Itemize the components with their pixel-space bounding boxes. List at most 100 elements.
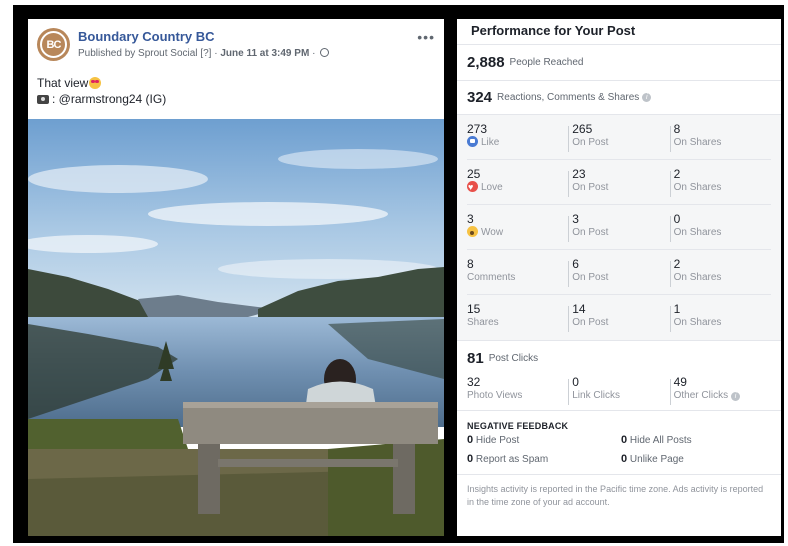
negative-feedback-title: NEGATIVE FEEDBACK xyxy=(467,421,569,431)
comments-on-post: 6 xyxy=(572,257,579,271)
engagement-info-icon[interactable]: i xyxy=(642,93,652,102)
reactions-grid: 273 Like 265 On Post 8 On Shares 25 Love… xyxy=(457,115,781,341)
clicks-breakdown: 32 Photo Views 0 Link Clicks 49 Other Cl… xyxy=(457,375,781,411)
wow-on-shares-cell: 0 On Shares xyxy=(669,212,771,249)
post-clicks-value: 81 xyxy=(467,349,484,367)
love-total-cell: 25 Love xyxy=(467,167,568,204)
unlike-page-value: 0 xyxy=(621,453,628,465)
love-icon xyxy=(467,180,478,194)
shares-total: 15 xyxy=(467,302,481,316)
post-performance-panel: Performance for Your Post 2,888 People R… xyxy=(457,19,781,536)
love-total: 25 xyxy=(467,167,481,181)
comments-on-shares: 2 xyxy=(673,257,681,271)
engagement-value: 324 xyxy=(467,89,493,106)
shares-on-shares-cell: 1 On Shares xyxy=(669,302,771,340)
meta-separator: · xyxy=(214,48,218,59)
post-caption: That view xyxy=(37,76,89,90)
love-on-post-cell: 23 On Post xyxy=(568,167,669,204)
hide-all-posts-label: Hide All Posts xyxy=(629,435,692,446)
like-icon xyxy=(467,136,478,147)
love-on-post-label: On Post xyxy=(572,182,609,193)
comments-on-shares-cell: 2 On Shares xyxy=(669,257,771,294)
shares-on-post-cell: 14 On Post xyxy=(568,302,669,340)
globe-icon xyxy=(320,48,330,57)
comments-total: 8 xyxy=(467,257,474,271)
reaction-row-wow: 3 Wow 3 On Post 0 On Shares xyxy=(467,205,771,250)
like-on-post-cell: 265 On Post xyxy=(568,122,669,159)
post-clicks-row: 81 Post Clicks xyxy=(457,341,781,375)
like-on-shares-cell: 8 On Shares xyxy=(669,122,771,159)
comments-total-cell: 8 Comments xyxy=(467,257,568,294)
avatar-logo: BC xyxy=(40,31,67,58)
comments-label: Comments xyxy=(467,272,516,283)
hide-all-posts-value: 0 xyxy=(621,434,628,446)
link-clicks-cell: 0 Link Clicks xyxy=(568,375,669,410)
photo-views-value: 32 xyxy=(467,375,481,389)
meta-separator-2: · xyxy=(312,48,316,59)
hide-post-value: 0 xyxy=(467,434,474,446)
shares-on-shares: 1 xyxy=(673,302,681,316)
post-text-line-1: That view xyxy=(37,75,166,91)
published-by-label: Published by xyxy=(78,48,136,59)
heart-eyes-emoji-icon xyxy=(89,77,102,89)
comments-on-post-cell: 6 On Post xyxy=(568,257,669,294)
shares-on-post-label: On Post xyxy=(572,317,609,328)
page-avatar[interactable]: BC xyxy=(37,28,70,61)
post-photo[interactable] xyxy=(28,119,444,536)
engagement-row: 324 Reactions, Comments & Shares i xyxy=(457,81,781,115)
comments-on-post-label: On Post xyxy=(572,272,609,283)
wow-on-shares-label: On Shares xyxy=(673,227,722,238)
shares-total-cell: 15 Shares xyxy=(467,302,568,340)
shares-row: 15 Shares 14 On Post 1 On Shares xyxy=(467,295,771,340)
engagement-label: Reactions, Comments & Shares xyxy=(497,92,640,103)
shares-on-post: 14 xyxy=(572,302,586,316)
post-text: That view : @rarmstrong24 (IG) xyxy=(37,75,166,107)
love-label: Love xyxy=(481,182,503,193)
timezone-footnote: Insights activity is reported in the Pac… xyxy=(467,484,764,507)
photo-views-cell: 32 Photo Views xyxy=(467,375,568,410)
report-spam-item: 0 Report as Spam xyxy=(467,453,621,465)
shares-label: Shares xyxy=(467,317,499,328)
like-on-shares: 8 xyxy=(673,122,681,136)
post-date-link[interactable]: June 11 at 3:49 PM xyxy=(220,48,309,59)
love-on-post: 23 xyxy=(572,167,586,181)
photo-credit: : @rarmstrong24 (IG) xyxy=(52,92,167,106)
hide-all-posts-item: 0 Hide All Posts xyxy=(621,434,771,446)
wow-label: Wow xyxy=(481,227,504,238)
lake-bench-photo xyxy=(28,119,444,536)
wow-on-post: 3 xyxy=(572,212,579,226)
report-spam-value: 0 xyxy=(467,453,474,465)
love-on-shares-label: On Shares xyxy=(673,182,722,193)
camera-emoji-icon xyxy=(37,95,49,104)
like-total-cell: 273 Like xyxy=(467,122,568,159)
wow-on-shares: 0 xyxy=(673,212,681,226)
help-marker[interactable]: [?] xyxy=(200,48,211,59)
like-on-shares-label: On Shares xyxy=(673,137,722,148)
photo-views-label: Photo Views xyxy=(467,390,523,401)
other-clicks-value: 49 xyxy=(673,375,687,389)
love-on-shares: 2 xyxy=(673,167,681,181)
other-clicks-cell: 49 Other Clicks i xyxy=(669,375,771,410)
like-total: 273 xyxy=(467,122,488,136)
wow-total: 3 xyxy=(467,212,474,226)
hide-post-label: Hide Post xyxy=(475,435,520,446)
other-clicks-info-icon[interactable]: i xyxy=(731,392,741,401)
more-options-icon[interactable]: ••• xyxy=(417,29,435,45)
post-header: BC Boundary Country BC Published by Spro… xyxy=(28,19,444,71)
hide-post-item: 0 Hide Post xyxy=(467,434,621,446)
publisher-link[interactable]: Sprout Social xyxy=(138,48,197,59)
like-on-post: 265 xyxy=(572,122,593,136)
wow-on-post-label: On Post xyxy=(572,227,609,238)
people-reached-label: People Reached xyxy=(509,57,584,68)
people-reached-row: 2,888 People Reached xyxy=(457,45,781,81)
panel-title: Performance for Your Post xyxy=(457,19,781,45)
comments-on-shares-label: On Shares xyxy=(673,272,722,283)
other-clicks-label: Other Clicks xyxy=(673,390,729,401)
shares-on-shares-label: On Shares xyxy=(673,317,722,328)
reaction-row-love: 25 Love 23 On Post 2 On Shares xyxy=(467,160,771,205)
link-clicks-label: Link Clicks xyxy=(572,390,621,401)
wow-total-cell: 3 Wow xyxy=(467,212,568,249)
link-clicks-value: 0 xyxy=(572,375,579,389)
page-name-link[interactable]: Boundary Country BC xyxy=(78,29,215,44)
comments-row: 8 Comments 6 On Post 2 On Shares xyxy=(467,250,771,295)
